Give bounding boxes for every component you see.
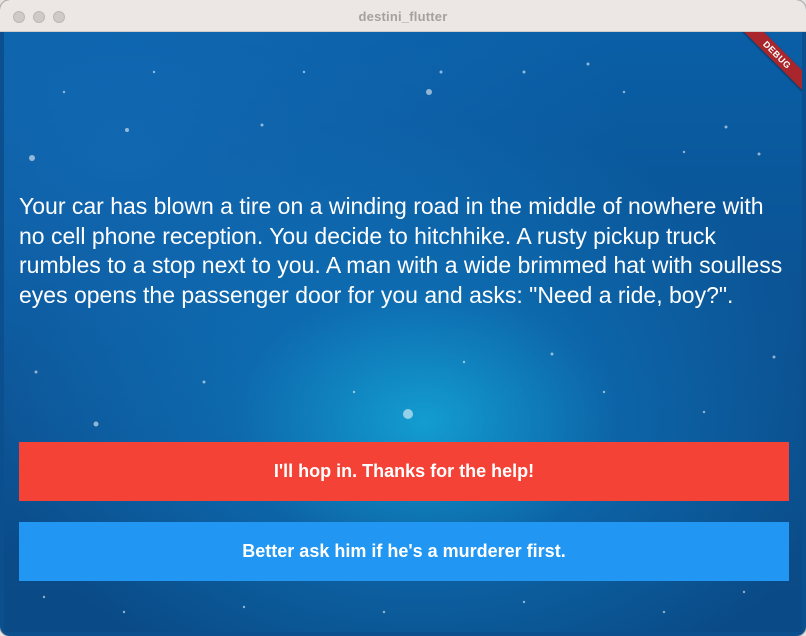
story-text: Your car has blown a tire on a winding r…	[19, 193, 783, 308]
choice-1-button[interactable]: I'll hop in. Thanks for the help!	[19, 442, 789, 501]
window-title: destini_flutter	[358, 9, 448, 24]
choice-2-button[interactable]: Better ask him if he's a murderer first.	[19, 522, 789, 581]
story-screen: DEBUG Your car has blown a tire on a win…	[4, 32, 802, 632]
app-window: destini_flutter DEBUG Your car has blown…	[0, 0, 806, 636]
title-bar[interactable]: destini_flutter	[0, 0, 806, 32]
